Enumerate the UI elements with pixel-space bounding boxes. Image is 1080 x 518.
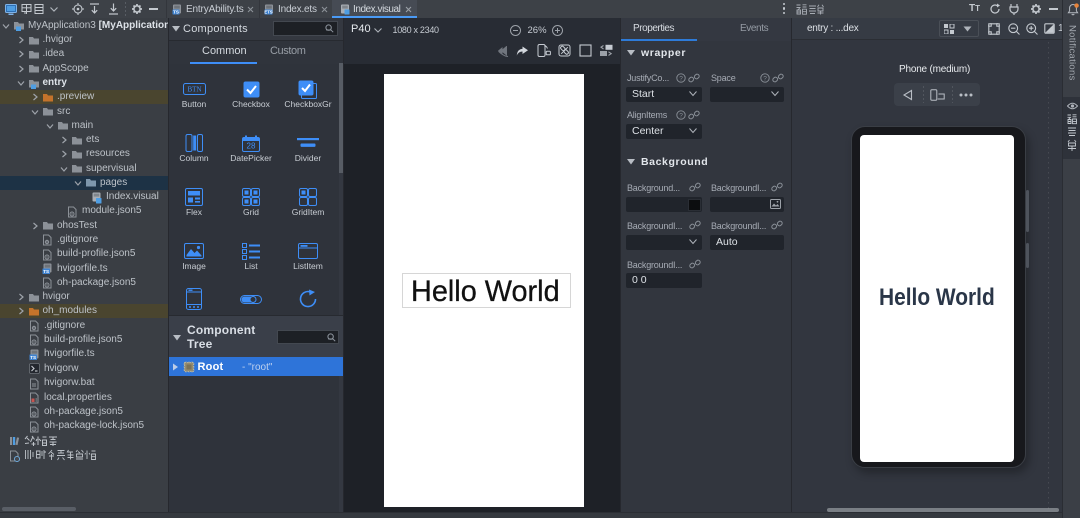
svg-text:TS: TS: [173, 10, 179, 15]
svg-text:TS: TS: [30, 355, 36, 360]
svg-text:?: ?: [679, 112, 683, 119]
svg-text:?: ?: [679, 75, 683, 82]
svg-text:ETS: ETS: [264, 10, 272, 15]
svg-text:TS: TS: [43, 269, 49, 274]
svg-text:BTN: BTN: [187, 86, 201, 94]
svg-text:28: 28: [247, 141, 256, 150]
svg-text:?: ?: [763, 75, 767, 82]
